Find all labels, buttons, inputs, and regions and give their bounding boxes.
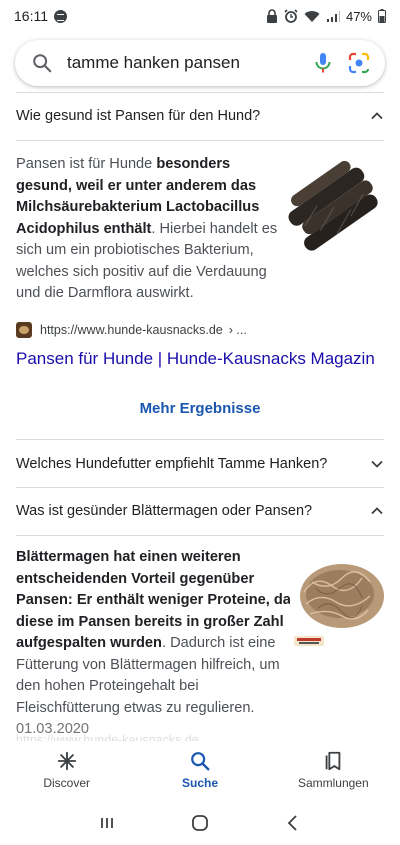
pansen-image[interactable] xyxy=(285,156,385,262)
nav-discover-label: Discover xyxy=(43,776,90,790)
result-title-link[interactable]: Pansen für Hunde | Hunde-Kausnacks Magaz… xyxy=(16,349,375,369)
divider xyxy=(16,535,384,536)
divider xyxy=(16,140,384,141)
nav-search[interactable]: Suche xyxy=(133,741,266,799)
battery-icon xyxy=(378,9,386,23)
chevron-up-icon xyxy=(371,112,383,120)
collections-icon xyxy=(325,751,341,771)
bottom-navigation: Discover Suche Sammlungen xyxy=(0,741,400,799)
lock-icon xyxy=(266,9,277,23)
site-favicon-icon xyxy=(16,322,32,338)
nav-discover[interactable]: Discover xyxy=(0,741,133,799)
search-icon xyxy=(33,54,52,73)
signal-icon xyxy=(326,10,340,22)
chevron-up-icon xyxy=(371,507,383,515)
faq-question-1[interactable]: Wie gesund ist Pansen für den Hund? xyxy=(0,92,400,140)
faq-question-1-label: Wie gesund ist Pansen für den Hund? xyxy=(16,108,261,124)
faq-question-3[interactable]: Was ist gesünder Blättermagen oder Panse… xyxy=(0,487,400,535)
home-icon[interactable] xyxy=(190,813,210,833)
search-icon xyxy=(191,752,210,771)
asterisk-icon xyxy=(57,751,76,771)
search-bar[interactable] xyxy=(15,40,385,86)
blaettermagen-image[interactable] xyxy=(290,552,388,652)
blaettermagen-image-graphic xyxy=(290,552,388,652)
recent-apps-icon[interactable] xyxy=(97,813,117,833)
battery-percent: 47% xyxy=(345,8,372,24)
status-icons: 47% xyxy=(266,9,386,24)
message-notification-icon xyxy=(54,9,67,23)
faq-answer-1: Pansen ist für Hunde besonders gesund, w… xyxy=(16,156,278,301)
microphone-icon[interactable] xyxy=(311,51,335,75)
alarm-icon xyxy=(284,9,298,23)
source-breadcrumb: › ... xyxy=(228,323,247,337)
system-navigation xyxy=(0,800,400,845)
source-url: https://www.hunde-kausnacks.de xyxy=(40,323,223,337)
nav-collections[interactable]: Sammlungen xyxy=(267,741,400,799)
pansen-image-graphic xyxy=(285,156,385,262)
faq-answer-3: Blättermagen hat einen weiteren entschei… xyxy=(16,549,291,737)
faq-question-2-label: Welches Hundefutter empfiehlt Tamme Hank… xyxy=(16,456,328,472)
status-time: 16:11 xyxy=(14,8,48,24)
faq-question-2[interactable]: Welches Hundefutter empfiehlt Tamme Hank… xyxy=(0,440,400,488)
search-input[interactable] xyxy=(67,53,299,73)
status-bar: 16:11 47% xyxy=(0,0,400,32)
back-icon[interactable] xyxy=(283,813,303,833)
source-row[interactable]: https://www.hunde-kausnacks.de › ... xyxy=(16,322,247,338)
more-results-button[interactable]: Mehr Ergebnisse xyxy=(0,400,400,417)
nav-collections-label: Sammlungen xyxy=(297,776,369,790)
faq-question-3-label: Was ist gesünder Blättermagen oder Panse… xyxy=(16,503,313,519)
wifi-icon xyxy=(304,10,320,22)
chevron-down-icon xyxy=(371,460,383,468)
google-lens-icon[interactable] xyxy=(347,51,371,75)
nav-search-label: Suche xyxy=(181,776,218,790)
